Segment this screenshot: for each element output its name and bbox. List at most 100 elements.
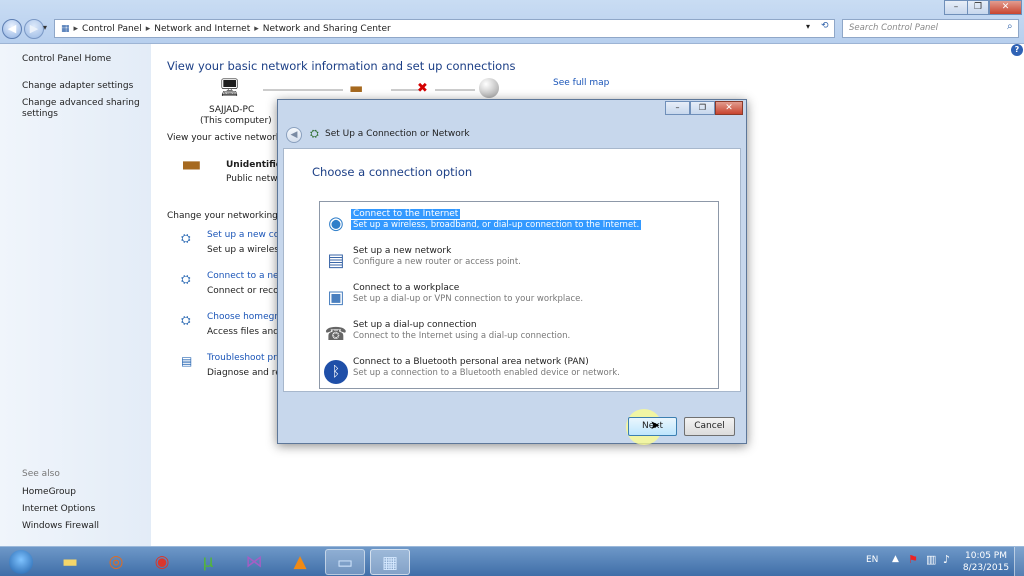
visual-studio-icon[interactable]: ⋈ xyxy=(234,549,274,575)
internet-globe-icon xyxy=(479,78,499,98)
refresh-icon[interactable]: ⟲ xyxy=(821,21,829,31)
breadcrumb-network-sharing-center[interactable]: Network and Sharing Center xyxy=(263,24,391,34)
firefox-icon[interactable]: ◎ xyxy=(96,549,136,575)
show-hidden-icons-icon[interactable]: ▲ xyxy=(892,554,899,564)
vlc-icon[interactable]: ▲ xyxy=(280,549,320,575)
maximize-button[interactable]: ❐ xyxy=(967,0,989,15)
see-full-map-link[interactable]: See full map xyxy=(553,78,609,88)
cancel-button[interactable]: Cancel xyxy=(684,417,735,436)
option-desc: Set up a dial-up or VPN connection to yo… xyxy=(353,294,584,304)
troubleshoot-icon: ▤ xyxy=(181,354,193,368)
dialog-maximize-button[interactable]: ❐ xyxy=(690,101,715,115)
option-desc: Connect to the Internet using a dial-up … xyxy=(353,331,571,341)
language-indicator[interactable]: EN xyxy=(866,555,878,565)
no-connection-x-icon: ✖ xyxy=(417,81,428,96)
active-networks-label: View your active networks xyxy=(167,133,286,143)
file-explorer-icon[interactable]: ▬ xyxy=(50,549,90,575)
chevron-right-icon: ▸ xyxy=(254,23,259,34)
recent-pages-dropdown[interactable]: ▾ xyxy=(43,23,47,32)
search-icon[interactable]: ⌕ xyxy=(1007,21,1013,32)
change-settings-label: Change your networking se xyxy=(167,211,291,221)
chevron-right-icon: ▸ xyxy=(73,23,79,34)
dialog-content: Choose a connection option ◉ Connect to … xyxy=(283,148,741,392)
action-center-flag-icon[interactable]: ⚑ xyxy=(908,553,918,566)
network-type: Public netwo xyxy=(226,174,284,184)
computer-name: SAJJAD-PC xyxy=(209,105,255,115)
see-also-heading: See also xyxy=(22,469,60,479)
option-title: Connect to a Bluetooth personal area net… xyxy=(353,357,589,367)
option-title: Connect to a workplace xyxy=(353,283,460,293)
homegroup-icon: ⛭ xyxy=(181,313,191,327)
dialog-back-button[interactable]: ◀ xyxy=(286,127,302,143)
task-troubleshoot-desc: Diagnose and rep xyxy=(207,368,287,378)
option-title: Set up a dial-up connection xyxy=(353,320,477,330)
change-adapter-settings-link[interactable]: Change adapter settings xyxy=(22,81,133,91)
volume-icon[interactable]: ♪ xyxy=(943,553,950,566)
close-button[interactable]: ✕ xyxy=(989,0,1022,15)
show-desktop-button[interactable] xyxy=(1014,547,1024,576)
control-panel-home-link[interactable]: Control Panel Home xyxy=(22,54,111,64)
option-connect-workplace[interactable]: ▣ Connect to a workplace Set up a dial-u… xyxy=(324,282,714,314)
option-desc: Set up a connection to a Bluetooth enabl… xyxy=(353,368,620,378)
dialog-title: Set Up a Connection or Network xyxy=(325,129,470,139)
connection-options-list[interactable]: ◉ Connect to the Internet Set up a wirel… xyxy=(319,201,719,389)
task-setup-new-connection-link[interactable]: Set up a new con xyxy=(207,230,285,240)
connect-network-icon: ⛭ xyxy=(181,272,191,286)
computer-icon: 🖥 xyxy=(219,78,241,98)
internet-options-link[interactable]: Internet Options xyxy=(22,504,95,514)
left-pane: Control Panel Home Change adapter settin… xyxy=(0,44,151,546)
homegroup-link[interactable]: HomeGroup xyxy=(22,487,76,497)
option-setup-new-network[interactable]: ▤ Set up a new network Configure a new r… xyxy=(324,245,714,277)
task-homegroup-link[interactable]: Choose homegro xyxy=(207,312,283,322)
breadcrumb-control-panel[interactable]: Control Panel xyxy=(82,24,142,34)
dialog-minimize-button[interactable]: – xyxy=(665,101,690,115)
task-troubleshoot-link[interactable]: Troubleshoot pro xyxy=(207,353,282,363)
network-status-icon[interactable]: ▥ xyxy=(926,553,936,566)
page-title: View your basic network information and … xyxy=(167,59,516,73)
option-dialup[interactable]: ☎ Set up a dial-up connection Connect to… xyxy=(324,319,714,351)
taskbar: ▬ ◎ ◉ µ ⋈ ▲ ▭ ▦ EN ▲ ⚑ ▥ ♪ 10:05 PM 8/23… xyxy=(0,546,1024,576)
start-button-icon[interactable] xyxy=(2,549,40,575)
option-bluetooth-pan[interactable]: ᛒ Connect to a Bluetooth personal area n… xyxy=(324,356,714,388)
option-desc: Set up a wireless, broadband, or dial-up… xyxy=(351,220,642,230)
globe-icon: ◉ xyxy=(328,213,344,234)
map-connector-line xyxy=(435,89,475,91)
option-desc: Configure a new router or access point. xyxy=(353,257,521,267)
title-bar: ◀ ▶ ▾ – ❐ ✕ ▦ ▸ Control Panel ▸ Network … xyxy=(0,0,1024,44)
router-icon: ▤ xyxy=(327,250,345,271)
workplace-icon: ▣ xyxy=(327,287,345,308)
network-center-taskbar-item[interactable]: ▦ xyxy=(370,549,410,575)
utorrent-icon[interactable]: µ xyxy=(188,549,228,575)
option-title: Connect to the Internet xyxy=(351,209,461,219)
window-taskbar-item[interactable]: ▭ xyxy=(325,549,365,575)
change-advanced-sharing-link-line2[interactable]: settings xyxy=(22,109,58,119)
address-dropdown-icon[interactable]: ▾ xyxy=(806,22,810,31)
option-connect-internet[interactable]: ◉ Connect to the Internet Set up a wirel… xyxy=(324,208,714,240)
search-input[interactable]: Search Control Panel xyxy=(842,19,1019,38)
minimize-button[interactable]: – xyxy=(944,0,968,15)
task-homegroup-desc: Access files and p xyxy=(207,327,288,337)
help-icon[interactable]: ? xyxy=(1011,44,1023,56)
task-setup-desc: Set up a wireless, xyxy=(207,245,287,255)
mouse-cursor-icon: ➤ xyxy=(650,418,661,432)
dialog-heading: Choose a connection option xyxy=(312,165,473,179)
map-connector-line xyxy=(263,89,343,91)
clock-time[interactable]: 10:05 PM xyxy=(964,551,1008,561)
chevron-right-icon: ▸ xyxy=(145,23,151,34)
breadcrumb-network-and-internet[interactable]: Network and Internet xyxy=(154,24,250,34)
change-advanced-sharing-link[interactable]: Change advanced sharing xyxy=(22,98,140,108)
network-bench-icon: ▬ xyxy=(349,79,364,97)
chrome-icon[interactable]: ◉ xyxy=(142,549,182,575)
network-setup-icon: ⛭ xyxy=(181,231,191,245)
bluetooth-icon: ᛒ xyxy=(324,360,348,384)
back-button[interactable]: ◀ xyxy=(2,19,22,39)
control-panel-icon: ▦ xyxy=(61,23,70,34)
dialog-close-button[interactable]: ✕ xyxy=(715,101,743,115)
clock-date[interactable]: 8/23/2015 xyxy=(961,563,1011,573)
forward-button[interactable]: ▶ xyxy=(24,19,44,39)
setup-connection-dialog: – ❐ ✕ ◀ ⛭ Set Up a Connection or Network… xyxy=(277,99,747,445)
phone-icon: ☎ xyxy=(324,324,348,345)
address-bar[interactable]: ▦ ▸ Control Panel ▸ Network and Internet… xyxy=(54,19,835,38)
windows-firewall-link[interactable]: Windows Firewall xyxy=(22,521,99,531)
task-connect-desc: Connect or recon xyxy=(207,286,285,296)
